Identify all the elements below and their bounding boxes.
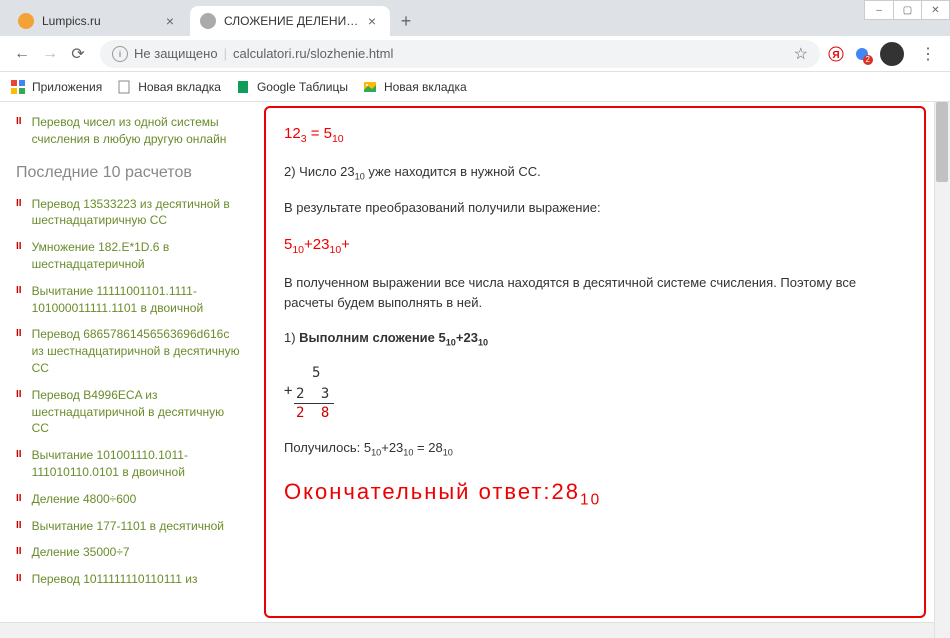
address-bar[interactable]: i Не защищено | calculatori.ru/slozhenie…: [100, 40, 820, 68]
paragraph-1: 2) Число 2310 уже находится в нужной СС.: [284, 162, 906, 184]
info-icon[interactable]: i: [112, 46, 128, 62]
scrollbar-thumb[interactable]: [936, 102, 948, 182]
bookmarks-bar: Приложения Новая вкладка Google Таблицы …: [0, 72, 950, 102]
separator: |: [224, 46, 227, 61]
sidebar-item[interactable]: II Перевод 68657861456563696d616c из шест…: [16, 326, 244, 376]
tab-strip: Lumpics.ru × СЛОЖЕНИЕ ДЕЛЕНИЕ УМНОЖЕ × +: [0, 0, 950, 36]
menu-button[interactable]: ⋮: [914, 40, 942, 68]
url-text: calculatori.ru/slozhenie.html: [233, 46, 393, 61]
favicon-icon: [200, 13, 216, 29]
sidebar-item[interactable]: II Перевод чисел из одной системы счисле…: [16, 114, 244, 148]
bullet-icon: II: [16, 326, 22, 341]
new-tab-button[interactable]: +: [392, 7, 420, 35]
paragraph-3: В полученном выражении все числа находят…: [284, 273, 906, 315]
sidebar-item[interactable]: II Вычитание 177-1101 в десятичной: [16, 518, 244, 535]
main-content: 123 = 510 2) Число 2310 уже находится в …: [264, 106, 926, 618]
svg-text:Я: Я: [832, 50, 839, 61]
sidebar-link: Деление 4800÷600: [32, 491, 137, 508]
bullet-icon: II: [16, 447, 22, 462]
paragraph-4: 1) Выполним сложение 510+2310: [284, 328, 906, 350]
bookmark-sheets[interactable]: Google Таблицы: [235, 79, 348, 95]
content-area: II Перевод чисел из одной системы счисле…: [0, 102, 950, 638]
tab-calculatori[interactable]: СЛОЖЕНИЕ ДЕЛЕНИЕ УМНОЖЕ ×: [190, 6, 390, 36]
toolbar: ← → ⟳ i Не защищено | calculatori.ru/slo…: [0, 36, 950, 72]
sidebar-item[interactable]: II Деление 4800÷600: [16, 491, 244, 508]
close-icon[interactable]: ×: [364, 13, 380, 29]
window-controls: – ▢ ✕: [864, 0, 950, 20]
sidebar-item[interactable]: II Вычитание 101001110.1011-111010110.010…: [16, 447, 244, 481]
bullet-icon: II: [16, 114, 22, 129]
extension-icon[interactable]: 2: [854, 46, 870, 62]
paragraph-2: В результате преобразований получили выр…: [284, 198, 906, 219]
bookmark-new-tab-1[interactable]: Новая вкладка: [116, 79, 221, 95]
favicon-icon: [18, 13, 34, 29]
img-icon: [362, 79, 378, 95]
sidebar-link: Перевод 13533223 из десятичной в шестнад…: [32, 196, 244, 230]
addition-column: 5 + 2 3 2 8: [284, 364, 906, 422]
sidebar-heading: Последние 10 расчетов: [16, 164, 244, 182]
bookmark-apps[interactable]: Приложения: [10, 79, 102, 95]
profile-avatar[interactable]: [880, 42, 904, 66]
yandex-icon[interactable]: Я: [828, 46, 844, 62]
apps-icon: [10, 79, 26, 95]
sidebar-item[interactable]: II Умножение 182.E*1D.6 в шестнадцатеричн…: [16, 239, 244, 273]
sidebar-link: Вычитание 11111001101.1111-101000011111.…: [32, 283, 244, 317]
bookmark-label: Новая вкладка: [138, 80, 221, 94]
sidebar-item[interactable]: II Перевод B4996ECA из шестнадцатиричной …: [16, 387, 244, 437]
bookmark-label: Приложения: [32, 80, 102, 94]
toolbar-right: Я 2 ⋮: [828, 40, 942, 68]
close-icon[interactable]: ×: [162, 13, 178, 29]
maximize-button[interactable]: ▢: [893, 1, 921, 19]
bullet-icon: II: [16, 239, 22, 254]
sidebar-link: Перевод чисел из одной системы счисления…: [32, 114, 244, 148]
sidebar-link: Умножение 182.E*1D.6 в шестнадцатеричной: [32, 239, 244, 273]
tab-lumpics[interactable]: Lumpics.ru ×: [8, 6, 188, 36]
sidebar-link: Перевод 1011111110110111 из: [32, 571, 198, 588]
bullet-icon: II: [16, 387, 22, 402]
sidebar-item[interactable]: II Перевод 13533223 из десятичной в шестн…: [16, 196, 244, 230]
bookmark-label: Новая вкладка: [384, 80, 467, 94]
back-button[interactable]: ←: [8, 40, 36, 68]
sidebar-link: Вычитание 177-1101 в десятичной: [32, 518, 224, 535]
bullet-icon: II: [16, 544, 22, 559]
scrollbar-vertical[interactable]: [934, 102, 950, 638]
sidebar-item[interactable]: II Деление 35000÷7: [16, 544, 244, 561]
sidebar-item[interactable]: II Перевод 1011111110110111 из: [16, 571, 244, 588]
forward-button[interactable]: →: [36, 40, 64, 68]
badge: 2: [863, 55, 873, 65]
doc-icon: [116, 79, 132, 95]
sidebar-link: Перевод 68657861456563696d616c из шестна…: [32, 326, 244, 376]
bullet-icon: II: [16, 283, 22, 298]
sidebar-item[interactable]: II Вычитание 11111001101.1111-10100001111…: [16, 283, 244, 317]
sidebar: II Перевод чисел из одной системы счисле…: [0, 102, 260, 638]
star-icon[interactable]: ☆: [794, 44, 808, 64]
sidebar-link: Вычитание 101001110.1011-111010110.0101 …: [32, 447, 244, 481]
bullet-icon: II: [16, 518, 22, 533]
bookmark-label: Google Таблицы: [257, 80, 348, 94]
minimize-button[interactable]: –: [865, 1, 893, 19]
tab-title: СЛОЖЕНИЕ ДЕЛЕНИЕ УМНОЖЕ: [224, 14, 360, 28]
sidebar-link: Перевод B4996ECA из шестнадцатиричной в …: [32, 387, 244, 437]
close-button[interactable]: ✕: [921, 1, 949, 19]
final-answer: Окончательный ответ:2810: [284, 474, 906, 513]
tab-title: Lumpics.ru: [42, 14, 158, 28]
bullet-icon: II: [16, 196, 22, 211]
bookmark-new-tab-2[interactable]: Новая вкладка: [362, 79, 467, 95]
bullet-icon: II: [16, 571, 22, 586]
bullet-icon: II: [16, 491, 22, 506]
paragraph-5: Получилось: 510+2310 = 2810: [284, 438, 906, 460]
sheets-icon: [235, 79, 251, 95]
expression-1: 123 = 510: [284, 122, 906, 148]
sidebar-link: Деление 35000÷7: [32, 544, 130, 561]
expression-2: 510+2310+: [284, 233, 906, 259]
scrollbar-horizontal[interactable]: [0, 622, 934, 638]
reload-button[interactable]: ⟳: [64, 40, 92, 68]
security-label: Не защищено: [134, 46, 218, 61]
